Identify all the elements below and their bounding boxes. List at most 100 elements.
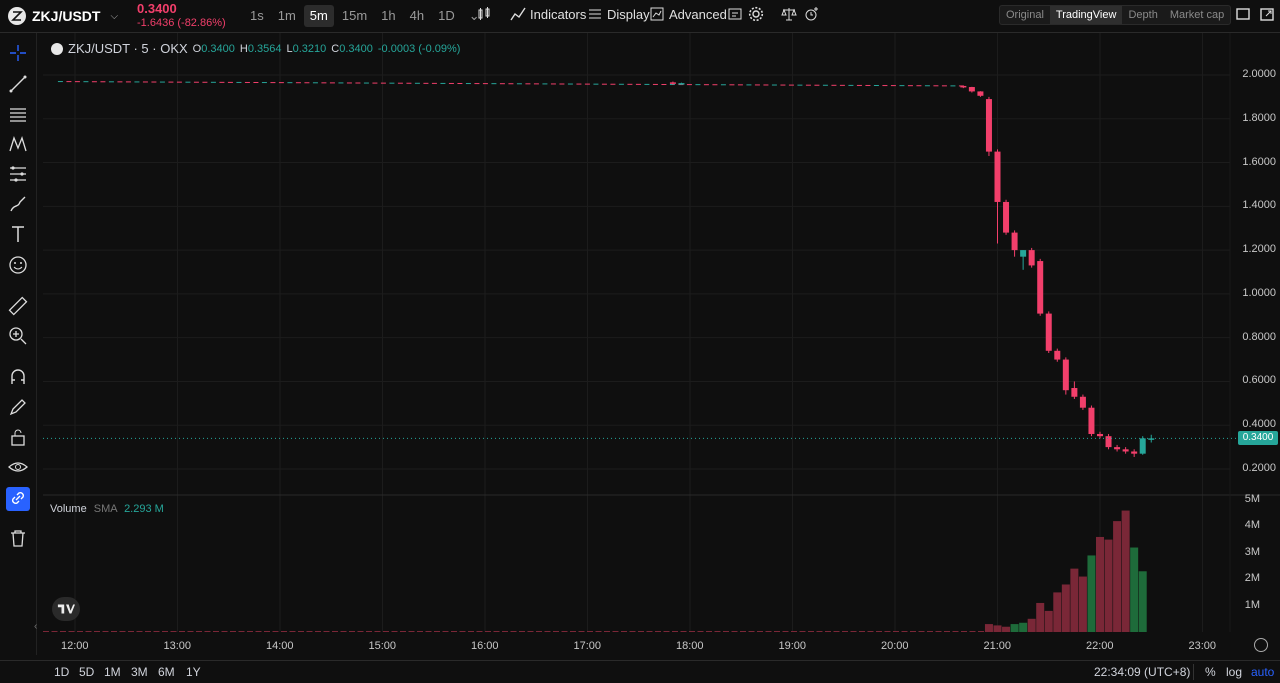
legend-change: -0.0003 (-0.09%) bbox=[377, 42, 461, 55]
volume-bar bbox=[374, 631, 381, 632]
volume-bar bbox=[714, 631, 721, 632]
volume-bar bbox=[697, 631, 704, 632]
volume-bar bbox=[876, 631, 882, 632]
volume-legend: Volume SMA 2.293 M bbox=[50, 503, 164, 515]
volume-bar bbox=[833, 631, 840, 632]
volume-bar bbox=[485, 631, 491, 632]
volume-bar bbox=[655, 631, 661, 632]
volume-bar bbox=[102, 631, 109, 632]
price-axis-label: 2.0000 bbox=[1242, 68, 1276, 80]
legend-high: H0.3564 bbox=[239, 42, 282, 55]
volume-bar bbox=[255, 631, 262, 632]
volume-bar bbox=[230, 631, 236, 632]
price-axis-label: 1.6000 bbox=[1242, 155, 1276, 168]
legend-open: O0.3400 bbox=[192, 42, 235, 55]
volume-bar bbox=[816, 631, 823, 632]
candle-body bbox=[678, 83, 685, 85]
volume-bar bbox=[553, 631, 559, 632]
volume-bar bbox=[51, 631, 58, 632]
candle-body bbox=[1097, 433, 1103, 437]
candle-body bbox=[1079, 396, 1086, 408]
volume-axis-label: 3M bbox=[1244, 545, 1260, 558]
time-axis-label: 20:00 bbox=[881, 640, 909, 652]
volume-bar bbox=[366, 631, 372, 632]
volume-bar bbox=[910, 631, 916, 632]
log-toggle[interactable]: log bbox=[1226, 665, 1242, 679]
volume-bar bbox=[731, 631, 738, 632]
volume-bar bbox=[213, 631, 219, 632]
time-axis-label: 18:00 bbox=[676, 640, 704, 652]
chart-legend: ZKJ/USDT · 5 · OKX O0.3400 H0.3564 L0.32… bbox=[51, 41, 460, 56]
volume-bar bbox=[765, 631, 772, 632]
candle-body bbox=[977, 91, 984, 96]
volume-bar bbox=[544, 631, 551, 632]
volume-bar bbox=[672, 631, 678, 632]
volume-bar bbox=[281, 631, 287, 632]
range-1m[interactable]: 1M bbox=[104, 665, 121, 679]
volume-bar bbox=[740, 631, 746, 632]
volume-bar bbox=[893, 631, 899, 632]
volume-bar bbox=[918, 631, 925, 632]
volume-bar bbox=[43, 631, 49, 632]
range-1y[interactable]: 1Y bbox=[186, 665, 201, 679]
candle-body bbox=[1071, 388, 1078, 397]
volume-bar bbox=[1096, 536, 1104, 632]
volume-bar bbox=[867, 631, 874, 632]
volume-bar bbox=[119, 631, 126, 632]
volume-axis-label: 4M bbox=[1244, 519, 1260, 532]
time-axis-label: 14:00 bbox=[266, 640, 294, 652]
volume-bar bbox=[1087, 555, 1096, 632]
candle-body bbox=[994, 151, 1001, 202]
candle-body bbox=[1114, 447, 1121, 450]
volume-bar bbox=[859, 631, 865, 632]
volume-bar bbox=[612, 631, 619, 632]
volume-bar bbox=[578, 631, 585, 632]
volume-bar bbox=[179, 631, 185, 632]
volume-bar bbox=[774, 631, 780, 632]
clock[interactable]: 22:34:09 (UTC+8) bbox=[1094, 665, 1190, 679]
price-axis-label: 1.8000 bbox=[1242, 111, 1276, 124]
candle-body bbox=[1020, 250, 1027, 257]
volume-bar bbox=[757, 631, 763, 632]
volume-bar bbox=[638, 631, 644, 632]
volume-bar bbox=[391, 631, 398, 632]
volume-bar bbox=[978, 631, 984, 632]
volume-bar bbox=[425, 631, 432, 632]
volume-bar bbox=[187, 631, 194, 632]
legend-low: L0.3210 bbox=[286, 42, 327, 55]
price-chart[interactable] bbox=[0, 0, 1280, 660]
candle-body bbox=[1011, 232, 1018, 251]
volume-bar bbox=[196, 631, 202, 632]
volume-bar bbox=[519, 631, 525, 632]
volume-bar bbox=[221, 631, 228, 632]
price-axis-label: 1.4000 bbox=[1242, 199, 1276, 212]
volume-bar bbox=[901, 631, 908, 632]
volume-bar bbox=[1078, 576, 1087, 632]
range-5d[interactable]: 5D bbox=[79, 665, 94, 679]
candle-body bbox=[1028, 250, 1035, 266]
volume-bar bbox=[60, 631, 66, 632]
volume-bar bbox=[1070, 568, 1079, 632]
volume-bar bbox=[782, 631, 789, 632]
volume-bar bbox=[944, 631, 950, 632]
percent-toggle[interactable]: % bbox=[1205, 665, 1216, 679]
volume-bar bbox=[136, 631, 143, 632]
volume-bar bbox=[1104, 539, 1113, 632]
range-1d[interactable]: 1D bbox=[54, 665, 69, 679]
volume-bar bbox=[1044, 610, 1053, 632]
volume-bar bbox=[476, 631, 483, 632]
price-axis-label: 1.0000 bbox=[1242, 286, 1276, 299]
volume-bar bbox=[1002, 626, 1011, 632]
tradingview-logo[interactable] bbox=[52, 597, 80, 621]
price-axis-label: 0.2000 bbox=[1242, 462, 1276, 474]
volume-bar bbox=[451, 631, 457, 632]
volume-bar bbox=[468, 631, 474, 632]
range-3m[interactable]: 3M bbox=[131, 665, 148, 679]
volume-bar bbox=[510, 631, 517, 632]
volume-bar bbox=[1019, 622, 1028, 632]
volume-bar bbox=[1010, 624, 1019, 632]
axis-settings-gear-icon[interactable] bbox=[1254, 638, 1268, 652]
auto-toggle[interactable]: auto bbox=[1251, 665, 1274, 679]
price-axis-label: 0.4000 bbox=[1242, 418, 1276, 431]
range-6m[interactable]: 6M bbox=[158, 665, 175, 679]
